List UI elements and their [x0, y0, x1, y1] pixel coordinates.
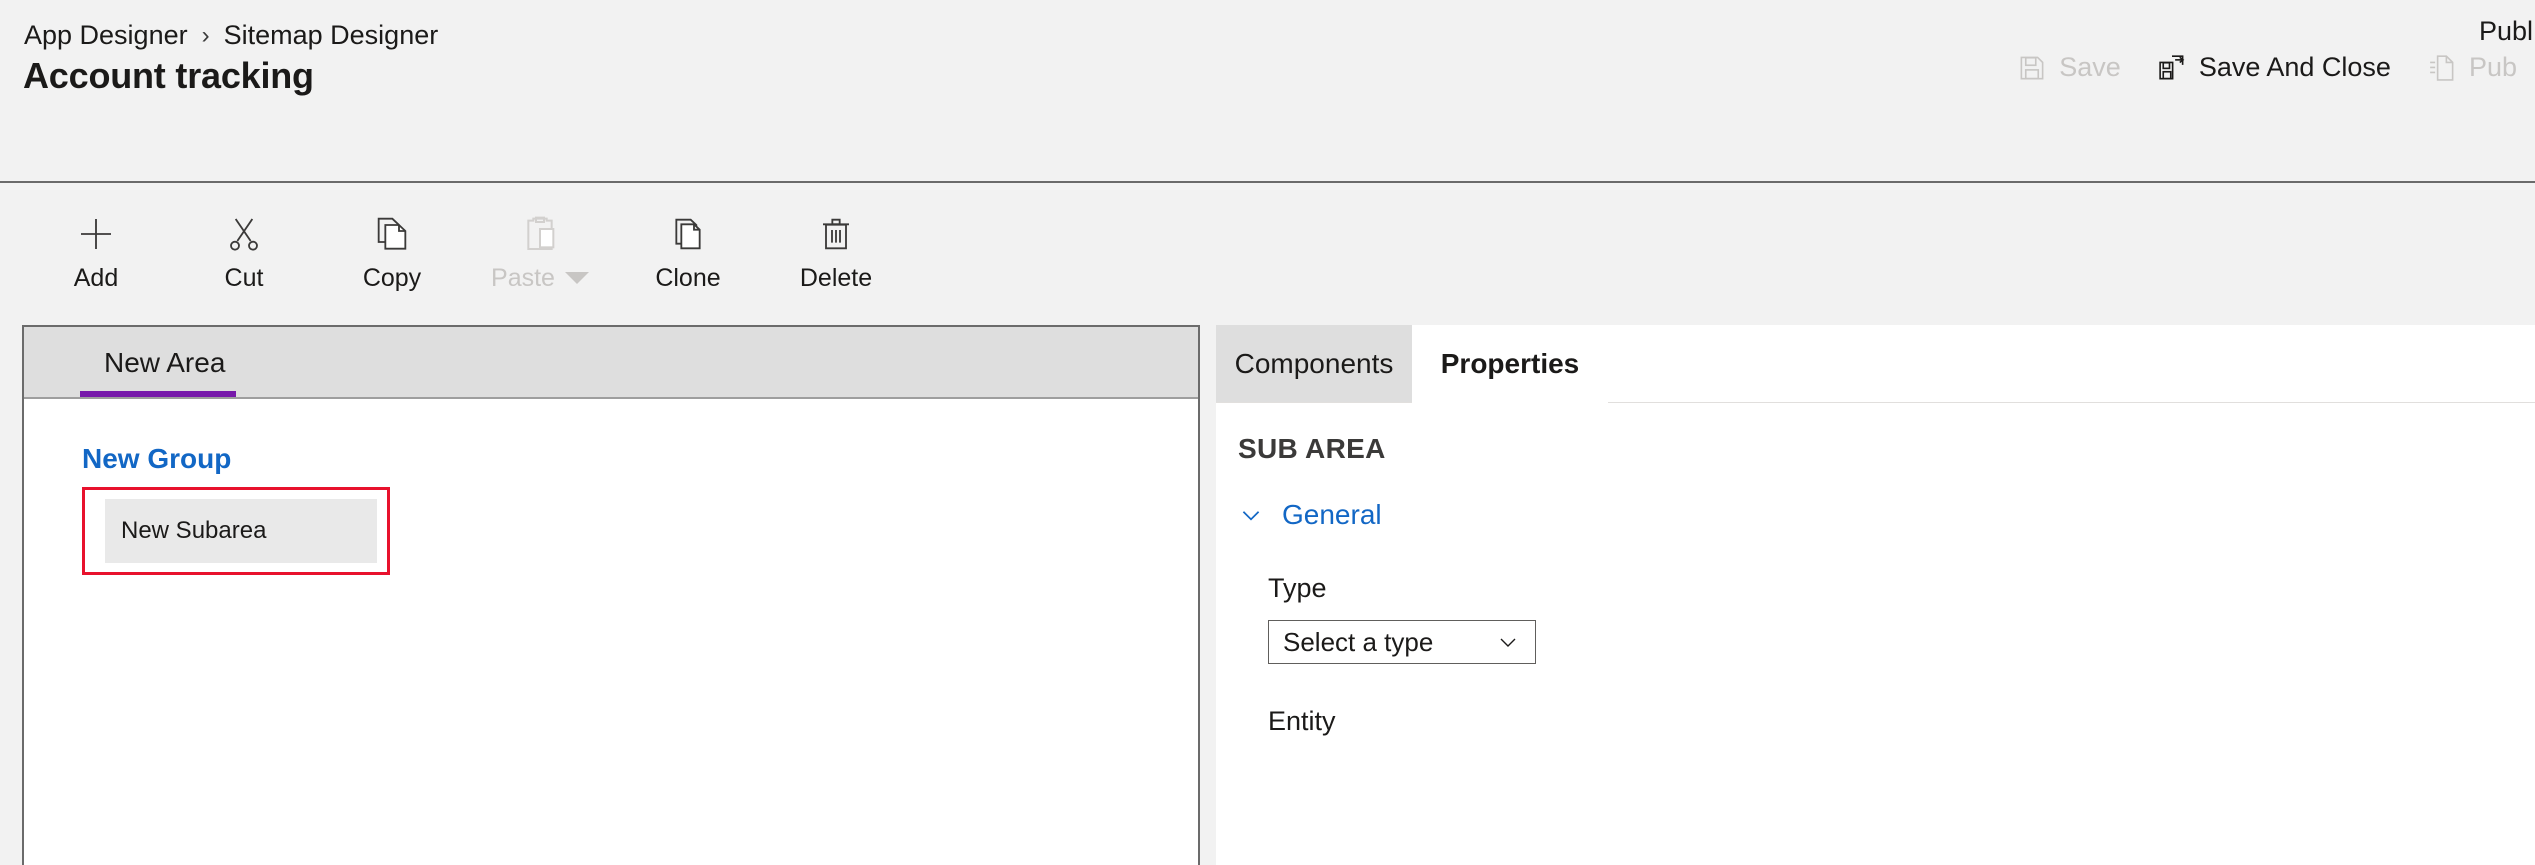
publish-button[interactable]: Pub	[2409, 46, 2535, 89]
publish-status-text: Publ	[2478, 16, 2533, 46]
chevron-down-icon	[1238, 502, 1264, 528]
save-icon	[2017, 53, 2047, 83]
tab-properties[interactable]: Properties	[1412, 325, 1608, 403]
page-header: App Designer › Sitemap Designer Account …	[0, 0, 2535, 183]
paste-button[interactable]: Paste	[466, 206, 614, 301]
breadcrumb-item-sitemap-designer[interactable]: Sitemap Designer	[224, 20, 439, 51]
type-dropdown[interactable]: Select a type	[1268, 620, 1536, 664]
save-and-close-icon	[2157, 53, 2187, 83]
breadcrumb: App Designer › Sitemap Designer	[24, 20, 438, 51]
save-and-close-button[interactable]: Save And Close	[2139, 46, 2409, 89]
entity-field-label: Entity	[1268, 706, 1336, 736]
copy-icon	[372, 212, 412, 256]
clone-button-label: Clone	[655, 263, 721, 292]
paste-button-text: Paste	[491, 263, 555, 292]
group-container: New Group New Subarea	[24, 399, 1198, 575]
publish-button-label: Pub	[2468, 52, 2517, 82]
panel-body: SUB AREA General Type Select a type Enti…	[1216, 403, 2535, 865]
add-icon	[76, 212, 116, 256]
chevron-down-icon	[1495, 629, 1521, 655]
group-title-new-group[interactable]: New Group	[82, 443, 231, 475]
add-button[interactable]: Add	[22, 206, 170, 301]
delete-button[interactable]: Delete	[762, 206, 910, 301]
area-tab-label: New Area	[104, 347, 226, 378]
paste-icon	[520, 212, 560, 256]
tab-components[interactable]: Components	[1216, 325, 1412, 403]
area-tab-new-area[interactable]: New Area	[80, 327, 249, 399]
properties-panel: Components Properties SUB AREA General T…	[1216, 325, 2535, 865]
delete-button-label: Delete	[799, 263, 873, 292]
breadcrumb-separator-icon: ›	[201, 21, 210, 49]
general-section-label: General	[1282, 499, 1382, 530]
general-section-toggle[interactable]: General	[1238, 499, 2535, 531]
panel-tab-strip: Components Properties	[1216, 325, 2535, 403]
designer-toolbar: Add Cut Copy Paste Clone Delete	[0, 183, 2535, 323]
breadcrumb-item-app-designer[interactable]: App Designer	[24, 20, 188, 51]
panel-section-heading: SUB AREA	[1238, 433, 1386, 464]
area-tab-strip: New Area	[24, 327, 1198, 399]
clone-icon	[668, 212, 708, 256]
command-bar: Save Save And Close Pub	[1999, 46, 2535, 89]
tab-components-label: Components	[1234, 347, 1394, 379]
type-dropdown-value: Select a type	[1283, 626, 1434, 657]
publish-icon	[2427, 53, 2457, 83]
save-button[interactable]: Save	[1999, 46, 2139, 89]
copy-button[interactable]: Copy	[318, 206, 466, 301]
save-button-label: Save	[2059, 52, 2121, 82]
subarea-tile-label: New Subarea	[121, 517, 267, 544]
cut-icon	[224, 212, 264, 256]
cut-button-label: Cut	[224, 263, 264, 292]
sitemap-canvas: New Area New Group New Subarea	[22, 325, 1200, 865]
subarea-tile-new-subarea[interactable]: New Subarea	[105, 499, 377, 563]
cut-button[interactable]: Cut	[170, 206, 318, 301]
clone-button[interactable]: Clone	[614, 206, 762, 301]
tab-properties-label: Properties	[1440, 348, 1580, 379]
type-field-label: Type	[1268, 573, 1327, 603]
delete-icon	[816, 212, 856, 256]
copy-button-label: Copy	[362, 263, 422, 292]
paste-button-label: Paste	[491, 264, 589, 293]
subarea-selection-outline: New Subarea	[82, 487, 390, 575]
area-tab-active-indicator	[80, 391, 236, 397]
chevron-down-icon[interactable]	[564, 272, 589, 284]
add-button-label: Add	[73, 263, 119, 292]
panel-tab-strip-filler	[1608, 325, 2535, 403]
page-title: Account tracking	[23, 55, 314, 96]
save-and-close-button-label: Save And Close	[2198, 52, 2391, 82]
